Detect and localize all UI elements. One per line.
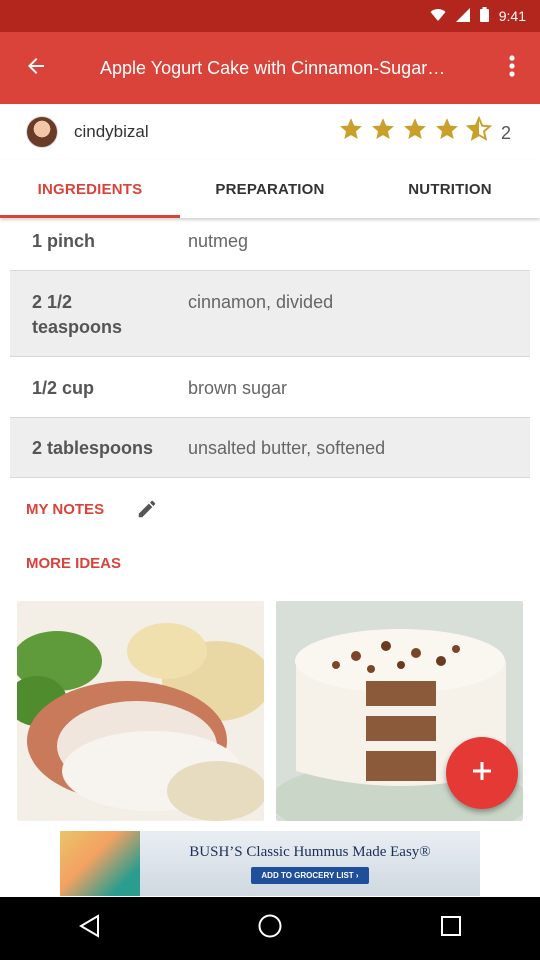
notes-row: MY NOTES [26,496,162,522]
ingredient-name: nutmeg [188,231,249,251]
wifi-icon [430,8,446,25]
star-icon [434,116,460,147]
nav-back-icon[interactable] [78,914,100,943]
status-bar: 9:41 [0,0,540,32]
ingredient-list: 1 pinch nutmeg 2 1/2 teaspoons cinnamon,… [10,220,530,478]
tab-nutrition[interactable]: NUTRITION [360,160,540,218]
ingredient-qty: 2 tablespoons [32,438,154,458]
tab-indicator [0,215,180,218]
star-icon [370,116,396,147]
app-bar: Apple Yogurt Cake with Cinnamon-Sugar… [0,32,540,104]
avatar[interactable] [26,116,58,148]
idea-image-chicken [17,601,264,821]
ingredient-qty: 1 pinch [32,231,96,251]
tab-ingredients[interactable]: INGREDIENTS [0,160,180,218]
nav-recents-icon[interactable] [440,915,462,942]
star-half-icon [465,115,493,147]
ad-headline: BUSH’S Classic Hummus Made Easy® [189,843,431,860]
tab-bar: INGREDIENTS PREPARATION NUTRITION [0,160,540,218]
rating-stars [338,115,493,147]
ad-banner[interactable]: BUSH’S Classic Hummus Made Easy® ADD TO … [60,831,480,896]
add-fab-button[interactable] [446,737,518,809]
ad-cta-button[interactable]: ADD TO GROCERY LIST › [251,866,369,884]
back-arrow-icon [27,57,45,80]
system-nav-bar [0,897,540,960]
idea-card-chicken[interactable] [17,601,264,821]
list-item: 2 1/2 teaspoons cinnamon, divided [10,271,530,357]
rating-count: 2 [501,123,512,143]
ad-text: BUSH’S Classic Hummus Made Easy® ADD TO … [140,844,480,884]
ingredient-name: brown sugar [188,378,288,398]
back-button[interactable] [0,32,72,104]
ingredient-name: unsalted butter, softened [188,438,386,458]
list-item: 1/2 cup brown sugar [10,357,530,418]
list-item: 2 tablespoons unsalted butter, softened [10,418,530,478]
plus-icon [471,760,493,787]
star-icon [338,116,364,147]
ingredient-name: cinnamon, divided [188,292,334,312]
tab-preparation[interactable]: PREPARATION [180,160,360,218]
ad-bar: BUSH’S Classic Hummus Made Easy® ADD TO … [0,822,540,897]
ad-image [60,831,140,896]
battery-icon [479,7,489,25]
my-notes-label[interactable]: MY NOTES [26,501,104,518]
edit-pencil-icon[interactable] [132,496,162,522]
overflow-menu-button[interactable] [484,32,540,104]
more-ideas-heading: MORE IDEAS [26,555,122,572]
signal-icon [455,7,470,25]
recipe-title: Apple Yogurt Cake with Cinnamon-Sugar… [100,57,446,78]
ingredient-qty: 2 1/2 teaspoons [32,292,123,337]
ingredient-qty: 1/2 cup [32,378,95,398]
more-vert-icon [509,54,515,82]
nav-home-icon[interactable] [257,913,283,944]
list-item: 1 pinch nutmeg [10,220,530,271]
star-icon [402,116,428,147]
author-name[interactable]: cindybizal [74,122,149,142]
status-time: 9:41 [498,8,526,24]
